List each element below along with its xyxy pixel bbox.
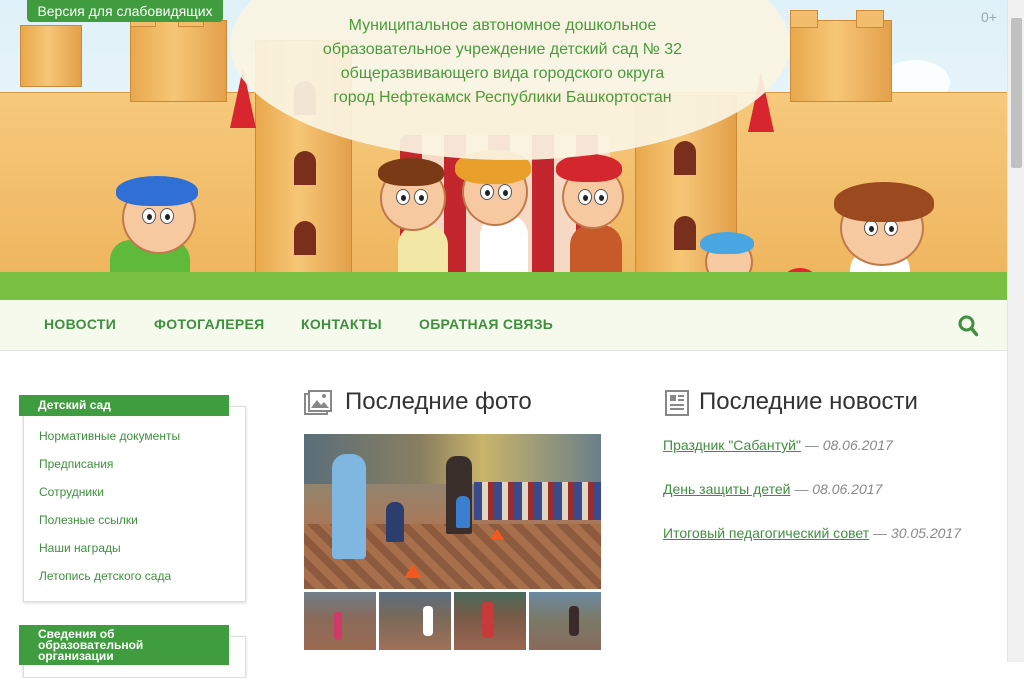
grass <box>0 272 1007 300</box>
site-title-line: общеразвивающего вида городского округа <box>340 65 665 82</box>
nav-item-feedback[interactable]: ОБРАТНАЯ СВЯЗЬ <box>419 316 553 332</box>
photo-children-row <box>474 482 601 520</box>
photo-thumbnail[interactable] <box>454 592 526 650</box>
sidebar-link-prescriptions[interactable]: Предписания <box>39 457 113 471</box>
low-vision-version-button[interactable]: Версия для слабовидящих <box>27 0 223 22</box>
nav-item-photo-gallery[interactable]: ФОТОГАЛЕРЕЯ <box>154 316 264 332</box>
news-date: — 30.05.2017 <box>873 525 961 541</box>
scrollbar[interactable] <box>1007 0 1024 662</box>
scrollbar-thumb[interactable] <box>1011 18 1022 168</box>
search-icon[interactable] <box>958 315 978 337</box>
photo-thumbnail[interactable] <box>304 592 376 650</box>
kid-cap <box>116 176 198 206</box>
site-title-line: Муниципальное автономное дошкольное <box>348 17 657 34</box>
sidebar-panel-title: Сведения об образовательной организации <box>19 625 229 665</box>
nav-item-news[interactable]: НОВОСТИ <box>44 316 116 332</box>
newspaper-icon <box>665 390 689 416</box>
news-link[interactable]: День защиты детей <box>663 481 790 497</box>
photo-thumbnail[interactable] <box>379 592 451 650</box>
age-rating: 0+ <box>981 9 997 25</box>
header-banner: Муниципальное автономное дошкольное обра… <box>0 0 1007 300</box>
news-link[interactable]: Итоговый педагогический совет <box>663 525 869 541</box>
sidebar-link-useful-links[interactable]: Полезные ссылки <box>39 513 138 527</box>
news-item: Итоговый педагогический совет — 30.05.20… <box>663 525 961 541</box>
sidebar-link-chronicle[interactable]: Летопись детского сада <box>39 569 171 583</box>
kid-cap <box>556 154 622 182</box>
latest-photos-title: Последние фото <box>345 388 532 415</box>
photo-child <box>386 502 404 542</box>
sidebar-link-staff[interactable]: Сотрудники <box>39 485 104 499</box>
kid-hair <box>834 182 934 222</box>
crenel <box>790 10 818 28</box>
image-icon <box>304 390 332 415</box>
castle-tower <box>790 20 892 102</box>
news-link[interactable]: Праздник "Сабантуй" <box>663 437 801 453</box>
news-item: Праздник "Сабантуй" — 08.06.2017 <box>663 437 893 453</box>
photo-cone <box>404 564 422 578</box>
latest-news-title: Последние новости <box>699 388 918 415</box>
photo-thumbnail[interactable] <box>529 592 601 650</box>
sidebar-link-normative-documents[interactable]: Нормативные документы <box>39 429 180 443</box>
site-title-line: образовательное учреждение детский сад №… <box>322 41 683 58</box>
crenel <box>856 10 884 28</box>
castle-tower <box>20 25 82 87</box>
news-date: — 08.06.2017 <box>794 481 883 497</box>
latest-photo-main[interactable] <box>304 434 601 589</box>
news-date: — 08.06.2017 <box>804 437 893 453</box>
photo-child <box>456 496 470 528</box>
photo-cone <box>490 529 504 539</box>
photo-person <box>332 454 366 559</box>
news-item: День защиты детей — 08.06.2017 <box>663 481 882 497</box>
main-nav: НОВОСТИ ФОТОГАЛЕРЕЯ КОНТАКТЫ ОБРАТНАЯ СВ… <box>0 300 1007 351</box>
kid-hair <box>378 158 444 186</box>
sidebar-panel-title: Детский сад <box>19 395 229 416</box>
site-title-line: город Нефтекамск Республики Башкортостан <box>333 89 672 106</box>
kid-hair <box>700 232 754 254</box>
site-title: Муниципальное автономное дошкольное обра… <box>290 14 715 110</box>
castle-tower <box>130 20 227 102</box>
nav-item-contacts[interactable]: КОНТАКТЫ <box>301 316 382 332</box>
sidebar-link-awards[interactable]: Наши награды <box>39 541 121 555</box>
